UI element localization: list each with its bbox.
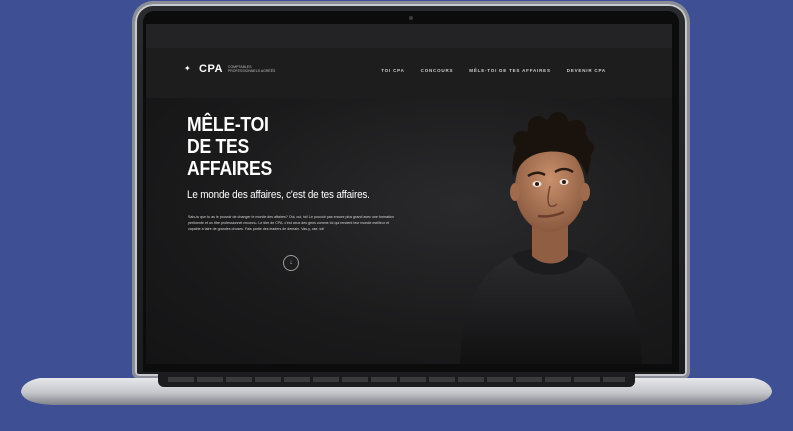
headline-line-3: AFFAIRES — [187, 158, 272, 180]
person-portrait — [460, 112, 642, 364]
logo-subtitle: Comptables professionnels agréés — [227, 65, 276, 73]
scroll-down-button[interactable]: ↓ — [283, 255, 299, 271]
headline-line-2: DE TES — [187, 136, 249, 158]
cpa-logo[interactable]: ✦ CPA Comptables professionnels agréés — [184, 63, 278, 75]
maple-leaf-icon: ✦ — [184, 64, 191, 73]
headline-line-1: MÊLE-TOI — [187, 114, 269, 136]
nav-item-toi-cpa[interactable]: Toi CPA — [381, 68, 404, 73]
site-navigation: ✦ CPA Comptables professionnels agréés T… — [146, 48, 672, 98]
hero-subheading: Le monde des affaires, c'est de tes affa… — [187, 189, 370, 201]
laptop-screen: ✦ CPA Comptables professionnels agréés T… — [146, 24, 672, 364]
nav-item-concours[interactable]: Concours — [421, 68, 454, 73]
logo-text: CPA — [199, 63, 223, 75]
stage: ✦ CPA Comptables professionnels agréés T… — [0, 0, 793, 431]
nav-item-mele-toi[interactable]: Mêle-toi de tes affaires — [469, 68, 550, 73]
browser-topbar — [146, 24, 672, 48]
camera-icon — [409, 16, 413, 20]
nav-item-devenir-cpa[interactable]: Devenir CPA — [567, 68, 606, 73]
keyboard-keys — [168, 377, 625, 382]
hero-headline: MÊLE-TOI DE TES AFFAIRES — [187, 114, 272, 180]
hero-body-text: Sais-tu que tu as le pouvoir de changer … — [188, 215, 394, 231]
nav-menu: Toi CPA Concours Mêle-toi de tes affaire… — [381, 68, 606, 73]
arrow-down-icon: ↓ — [289, 259, 293, 266]
